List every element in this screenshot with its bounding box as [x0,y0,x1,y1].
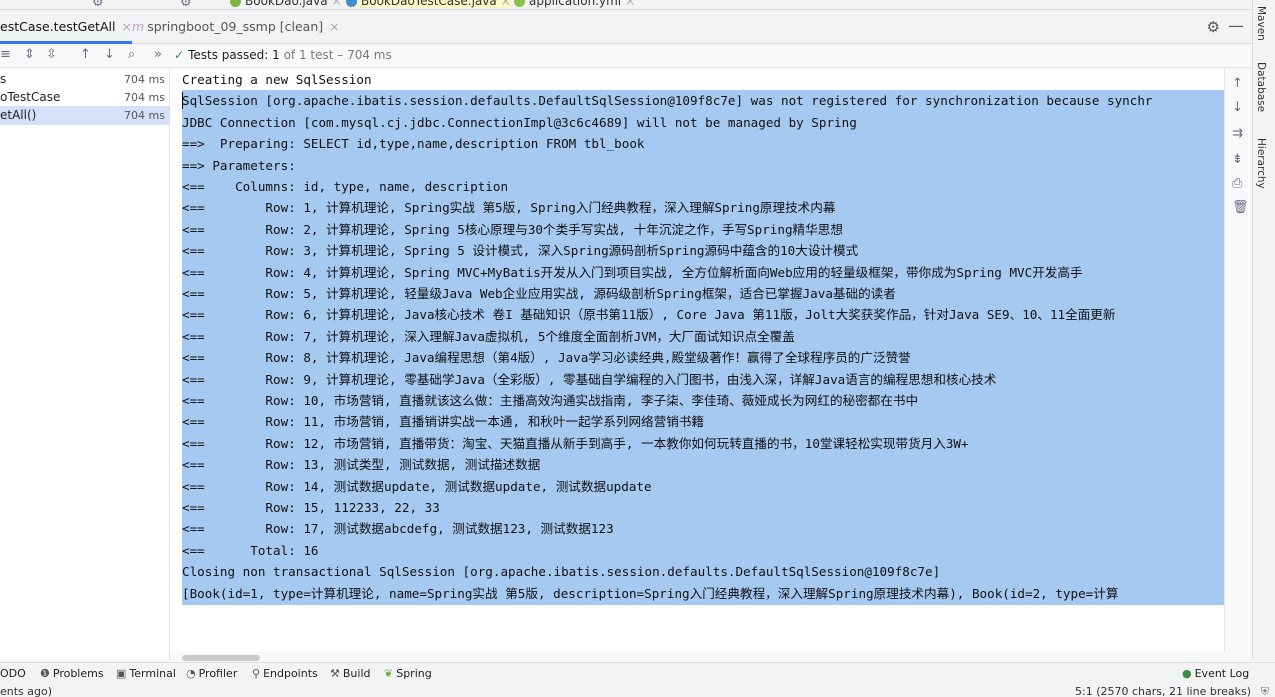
test-status: ✓ Tests passed: 1 of 1 test – 704 ms [174,48,392,62]
close-icon[interactable]: × [332,0,342,8]
console-line: <== Row: 4, 计算机理论, Spring MVC+MyBatis开发从… [182,264,1083,280]
console-line: <== Row: 9, 计算机理论, 零基础学Java（全彩版）, 零基础自学编… [182,371,997,387]
side-tab-maven[interactable]: Maven [1255,6,1267,41]
terminal-icon: ▣ [116,667,127,680]
settings-icon[interactable]: ⚙ [92,0,104,9]
tool-spring[interactable]: ❦ Spring [384,667,432,680]
hide-icon[interactable]: — [1228,16,1244,35]
console-line: <== Row: 6, 计算机理论, Java核心技术 卷I 基础知识（原书第1… [182,307,1116,323]
run-tab-maven-clean[interactable]: m springboot_09_ssmp [clean] × [132,10,340,44]
soft-wrap-icon[interactable]: ⇉ [1232,126,1243,141]
more-icon[interactable]: » [154,47,162,62]
arrow-down-icon[interactable]: ↓ [104,47,115,62]
console-line: <== Row: 13, 测试类型, 测试数据, 测试描述数据 [182,457,541,473]
console-line: <== Row: 5, 计算机理论, 轻量级Java Web企业应用实战, 源码… [182,286,896,301]
tool-terminal[interactable]: ▣ Terminal [116,667,176,680]
console-line: ==> Preparing: SELECT id,type,name,descr… [182,136,645,152]
console-line: <== Row: 11, 市场营销, 直播销讲实战一本通, 和秋叶一起学系列网络… [182,414,705,430]
tree-item-root[interactable]: s 704 ms [0,70,170,89]
editor-tab-strip: ⚙ ⚙ BookDao.java × BookDaoTestCase.java × … [0,0,1252,10]
tool-endpoints[interactable]: ⚲ Endpoints [252,667,318,680]
console-line: <== Row: 1, 计算机理论, Spring实战 第5版, Spring入… [182,200,836,216]
console-toolbar: ↑ ↓ ⇉ ⇟ ⎙ 🗑 [1224,68,1252,652]
expand-all-icon[interactable]: ⇕ [24,47,35,62]
scroll-down-icon[interactable]: ↓ [1232,100,1243,115]
close-icon[interactable]: × [501,0,511,8]
console-line: ==> Parameters: [182,157,304,173]
collapse-all-icon[interactable]: ⇳ [46,47,57,62]
console-line: <== Row: 17, 测试数据abcdefg, 测试数据123, 测试数据1… [182,521,614,537]
class-icon [346,0,357,7]
print-icon[interactable]: ⎙ [1232,176,1242,191]
side-tab-hierarchy[interactable]: Hierarchy [1255,138,1267,189]
tool-todo[interactable]: ODO [0,667,26,680]
build-icon: ⚒ [330,667,340,680]
console-line: JDBC Connection [com.mysql.cj.jdbc.Conne… [182,114,857,130]
tree-item-testcase[interactable]: oTestCase 704 ms [0,88,170,107]
interface-icon [230,0,241,7]
console-line: [Book(id=1, type=计算机理论, name=Spring实战 第5… [182,585,1119,601]
console-line: <== Row: 2, 计算机理论, Spring 5核心原理与30个类手写实战… [182,221,843,237]
menu-icon[interactable]: ≡ [0,47,11,62]
test-tree: s 704 ms oTestCase 704 ms etAll() 704 ms [0,68,170,660]
console-line: <== Total: 16 [182,542,319,558]
console-line: <== Row: 14, 测试数据update, 测试数据update, 测试数… [182,478,652,494]
close-icon[interactable]: × [121,19,131,34]
profiler-icon: ◔ [186,667,196,680]
status-bar: ents ago) 5:1 (2570 chars, 21 line break… [0,684,1275,697]
run-tab-testgetall[interactable]: estCase.testGetAll × [0,10,132,44]
test-toolbar: ≡ ⇕ ⇳ ↑ ↓ ⌕ » ✓ Tests passed: 1 of 1 test… [0,44,1252,68]
gear-icon[interactable]: ⚙ [1207,18,1220,36]
console-line: Creating a new SqlSession [182,72,372,87]
console-line: <== Row: 7, 计算机理论, 深入理解Java虚拟机, 5个维度全面剖析… [182,328,795,344]
tool-event-log[interactable]: ● Event Log [1182,667,1249,680]
maven-icon: m [132,19,145,34]
console-line: <== Row: 10, 市场营销, 直播就该这么做：主播高效沟通实战指南, 李… [182,393,919,408]
status-message: ents ago) [0,685,53,697]
console-line: <== Row: 8, 计算机理论, Java编程思想（第4版）, Java学习… [182,350,911,366]
trash-icon[interactable]: 🗑 [1232,200,1249,215]
check-icon: ✓ [174,48,185,62]
tree-item-method[interactable]: etAll() 704 ms [0,106,170,125]
console-line: <== Columns: id, type, name, description [182,179,509,194]
horizontal-scrollbar[interactable] [182,655,260,661]
console-line: <== Row: 12, 市场营销, 直播带货：淘宝、天猫直播从新手到高手, 一… [182,435,969,451]
console-line: SqlSession [org.apache.ibatis.session.de… [182,93,1153,109]
console-line: <== Row: 3, 计算机理论, Spring 5 设计模式, 深入Spri… [182,243,859,259]
console-line: Closing non transactional SqlSession [or… [182,564,941,580]
editor-tab-bookdao[interactable]: BookDao.java × [230,0,342,8]
yml-icon [514,0,525,7]
spring-icon: ❦ [384,667,394,680]
right-side-strip: Maven Database Hierarchy [1252,0,1275,660]
caret-position[interactable]: 5:1 (2570 chars, 21 line breaks) [1075,685,1251,697]
editor-tab-bookdaotestcase[interactable]: BookDaoTestCase.java × [346,0,511,8]
editor-tab-application-yml[interactable]: application.yml × [514,0,635,8]
close-icon[interactable]: × [625,0,635,8]
tool-profiler[interactable]: ◔ Profiler [186,667,237,680]
scroll-to-end-icon[interactable]: ⇟ [1232,152,1243,167]
search-icon[interactable]: ⌕ [128,47,135,62]
tool-problems[interactable]: ❶ Problems [40,667,104,680]
problems-icon: ❶ [40,667,50,680]
console-line: <== Row: 15, 112233, 22, 33 [182,500,440,515]
tool-window-bar: ODO ❶ Problems ▣ Terminal ◔ Profiler ⚲ Endpo… [0,662,1275,684]
arrow-up-icon[interactable]: ↑ [80,47,91,62]
event-log-icon: ● [1182,667,1192,680]
gear-icon[interactable]: ⚙ [180,0,192,9]
tool-build[interactable]: ⚒ Build [330,667,371,680]
run-tabs-bar: estCase.testGetAll × m springboot_09_ssmp … [0,10,1252,44]
close-icon[interactable]: × [329,19,339,34]
scroll-up-icon[interactable]: ↑ [1232,76,1243,91]
endpoints-icon: ⚲ [252,667,261,680]
lock-icon[interactable]: ⛨ [1261,685,1269,697]
console-output[interactable]: Creating a new SqlSession SqlSession [org… [170,68,1224,652]
side-tab-database[interactable]: Database [1255,62,1267,112]
